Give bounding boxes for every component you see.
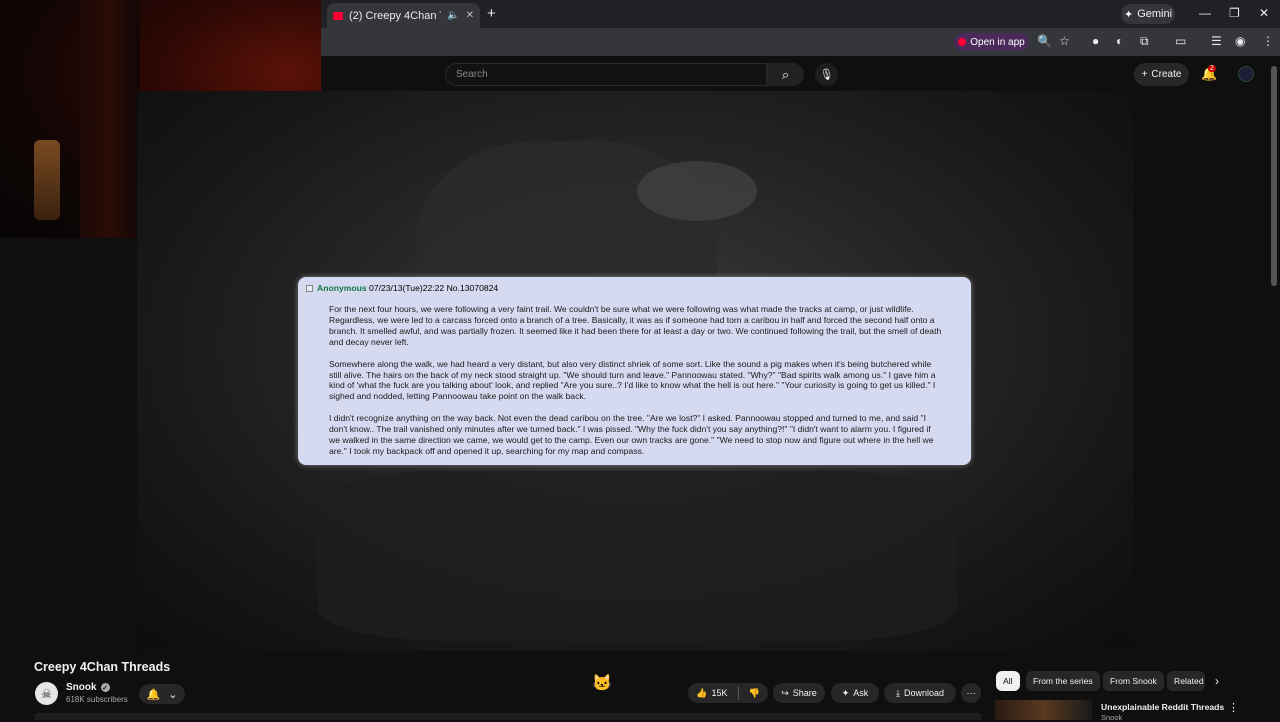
like-count: 15K: [711, 688, 728, 698]
like-divider: [737, 686, 739, 700]
verified-check-icon: ✓: [100, 683, 110, 692]
more-actions-button[interactable]: ⋯: [961, 683, 981, 703]
skull-icon: ☠: [41, 686, 52, 701]
restore-button[interactable]: ❐: [1229, 6, 1240, 20]
sparkle-icon: ✦: [841, 687, 850, 698]
new-tab-button[interactable]: +: [487, 5, 496, 22]
gemini-button[interactable]: ✦ Gemini: [1121, 4, 1175, 24]
youtube-favicon-icon: [333, 11, 343, 20]
post-paragraph: I didn't recognize anything on the way b…: [329, 413, 934, 456]
video-title: Creepy 4Chan Threads: [34, 660, 171, 674]
browser-tab[interactable]: (2) Creepy 4Chan Threads 🔈 ✕: [327, 3, 480, 28]
download-icon: ⤓: [895, 687, 900, 698]
thumbs-down-icon: 👎: [748, 687, 760, 698]
profile-avatar-icon[interactable]: ◉: [1235, 34, 1245, 48]
download-button[interactable]: ⤓ Download: [884, 683, 956, 703]
post-checkbox: [306, 285, 313, 292]
open-in-app-label: Open in app: [970, 36, 1025, 48]
ask-button[interactable]: ✦ Ask: [831, 683, 879, 703]
chevron-right-icon[interactable]: ›: [1215, 674, 1219, 688]
share-arrow-icon: ↪: [781, 687, 789, 698]
bell-icon: 🔔: [146, 688, 161, 701]
recommended-channel: Snook: [1101, 713, 1123, 722]
chip-from-the-series[interactable]: From the series: [1026, 671, 1100, 691]
notification-count-badge: 2: [1208, 65, 1216, 72]
reading-list-icon[interactable]: ☰: [1211, 34, 1222, 48]
browser-menu-icon[interactable]: ⋮: [1262, 34, 1274, 48]
search-icon: ⌕: [781, 66, 790, 82]
gemini-label: Gemini: [1137, 8, 1173, 20]
post-meta: 07/23/13(Tue)22:22 No.13070824: [369, 283, 499, 293]
share-label: Share: [792, 688, 817, 698]
tab-title: (2) Creepy 4Chan Threads: [349, 9, 441, 22]
sparkle-icon: ✦: [1123, 8, 1134, 21]
tab-close-icon[interactable]: ✕: [466, 10, 474, 21]
channel-avatar[interactable]: ☠: [35, 682, 58, 705]
extension-orange-icon[interactable]: ●: [1092, 34, 1099, 48]
account-avatar[interactable]: [1238, 66, 1254, 82]
zoom-icon[interactable]: 🔍: [1037, 34, 1052, 48]
create-label: Create: [1151, 69, 1182, 80]
post-author: Anonymous: [317, 283, 367, 293]
like-button[interactable]: 👍 15K: [696, 688, 727, 699]
open-in-app-button[interactable]: Open in app: [954, 33, 1029, 51]
search-button[interactable]: ⌕: [767, 63, 804, 86]
speaker-icon[interactable]: 🔈: [447, 10, 459, 21]
dislike-button[interactable]: 👎: [749, 688, 760, 699]
recommended-title[interactable]: Unexplainable Reddit Threads: [1101, 702, 1224, 712]
post-body: For the next four hours, we were followi…: [329, 304, 944, 468]
extensions-puzzle-icon[interactable]: ⧉: [1140, 34, 1149, 49]
recommended-menu-icon[interactable]: ⋮: [1228, 701, 1239, 714]
recommended-thumbnail[interactable]: [995, 700, 1092, 720]
browser-toolbar: [321, 28, 1280, 56]
minimize-button[interactable]: —: [1199, 6, 1211, 20]
youtube-app-icon: [958, 38, 967, 46]
webcam-lamp: [34, 140, 60, 220]
chip-all[interactable]: All: [996, 671, 1020, 691]
microphone-icon: 🎙: [819, 69, 834, 81]
subscription-notifications-button[interactable]: 🔔 ⌄: [139, 684, 185, 704]
ask-label: Ask: [853, 688, 869, 698]
cat-mascot-icon: 🐱: [592, 675, 612, 692]
voice-search-button[interactable]: 🎙: [815, 63, 838, 86]
post-header: Anonymous 07/23/13(Tue)22:22 No.13070824: [317, 283, 498, 293]
media-control-icon[interactable]: ▭: [1175, 34, 1186, 48]
chip-related[interactable]: Related: [1167, 671, 1205, 691]
plus-icon: +: [1141, 69, 1148, 80]
channel-name: Snook: [66, 682, 97, 693]
close-window-button[interactable]: ✕: [1259, 6, 1269, 20]
webcam-curtain: [80, 0, 140, 238]
page-scrollbar[interactable]: [1271, 66, 1277, 286]
extension-white-icon[interactable]: ◐: [1116, 34, 1123, 48]
download-label: Download: [903, 688, 944, 698]
more-dots-icon: ⋯: [966, 687, 976, 698]
forum-post-card: Anonymous 07/23/13(Tue)22:22 No.13070824…: [298, 277, 971, 465]
create-button[interactable]: + Create: [1134, 63, 1189, 86]
video-background-floor: [317, 471, 957, 641]
search-input[interactable]: Search: [445, 63, 767, 86]
video-background-highlight: [637, 161, 757, 221]
post-paragraph: Somewhere along the walk, we had heard a…: [329, 358, 936, 402]
post-paragraph: For the next four hours, we were followi…: [329, 304, 942, 347]
share-button[interactable]: ↪ Share: [773, 683, 825, 703]
bookmark-star-icon[interactable]: ☆: [1059, 34, 1070, 48]
chip-from-snook[interactable]: From Snook: [1103, 671, 1164, 691]
subscriber-count: 618K subscribers: [66, 695, 128, 704]
chevron-down-icon: ⌄: [168, 688, 178, 701]
like-dislike-group: 👍 15K 👎: [688, 683, 768, 703]
channel-name-row[interactable]: Snook ✓: [66, 682, 110, 693]
thumbs-up-icon: 👍: [696, 687, 708, 698]
description-box[interactable]: [34, 713, 982, 720]
